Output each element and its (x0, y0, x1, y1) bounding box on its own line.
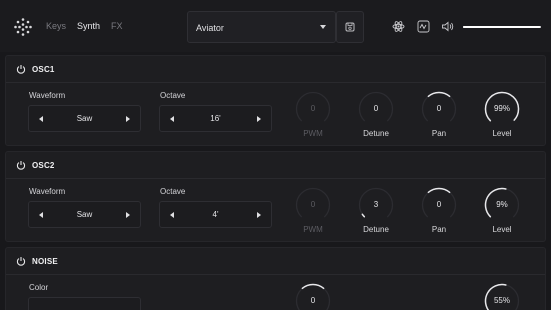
hexagon-logo-icon (14, 18, 32, 36)
arrow-right-icon[interactable] (126, 116, 130, 122)
master-volume-fill (463, 26, 541, 28)
pwm-knob[interactable]: 0 (295, 91, 331, 127)
pan-knob[interactable]: 0 (421, 187, 457, 223)
arrow-left-icon[interactable] (170, 212, 174, 218)
waveform-label: Waveform (29, 91, 66, 100)
knob-value: 0 (310, 104, 316, 113)
preset-name: Aviator (196, 23, 224, 33)
power-icon[interactable] (16, 64, 26, 74)
osc1-header: OSC1 (6, 56, 545, 83)
waveform-value: Saw (76, 114, 93, 123)
knob-value-arc (301, 283, 325, 290)
knob-value: 0 (373, 104, 379, 113)
power-icon[interactable] (16, 256, 26, 266)
waveform-label: Waveform (29, 187, 66, 196)
waveform-stepper[interactable]: Saw (28, 105, 141, 132)
noise-header: NOISE (6, 248, 545, 275)
arrow-right-icon[interactable] (126, 212, 130, 218)
save-icon (345, 22, 355, 32)
arrow-left-icon[interactable] (170, 116, 174, 122)
octave-stepper[interactable]: 4' (159, 201, 272, 228)
osc1-section: OSC1 Waveform Saw Octave 16' 0 PWM 0 Det… (5, 55, 546, 146)
tab-keys[interactable]: Keys (46, 21, 66, 31)
waveform-value: Saw (76, 210, 93, 219)
arrow-right-icon[interactable] (257, 116, 261, 122)
section-title: OSC2 (32, 161, 55, 170)
knob-value-arc (427, 91, 451, 98)
level-label: Level (492, 129, 512, 138)
octave-value: 4' (212, 210, 219, 219)
octave-stepper[interactable]: 16' (159, 105, 272, 132)
osc2-section: OSC2 Waveform Saw Octave 4' 0 PWM 3 Detu… (5, 151, 546, 242)
noise-level-knob[interactable]: 55% (484, 283, 520, 310)
level-knob[interactable]: 99% (484, 91, 520, 127)
arrow-left-icon[interactable] (39, 212, 43, 218)
knob-value: 99% (493, 104, 510, 113)
pan-knob[interactable]: 0 (421, 91, 457, 127)
save-preset-button[interactable] (336, 11, 364, 43)
tab-fx[interactable]: FX (111, 21, 123, 31)
noise-section: NOISE Color 0 55% (5, 247, 546, 310)
detune-knob[interactable]: 0 (358, 91, 394, 127)
knob-value-arc (361, 213, 366, 218)
knob-value: 0 (310, 296, 316, 305)
noise-pan-knob[interactable]: 0 (295, 283, 331, 310)
level-label: Level (492, 225, 512, 234)
waveform-stepper[interactable]: Saw (28, 201, 141, 228)
section-title: OSC1 (32, 65, 55, 74)
master-volume-slider[interactable] (463, 26, 541, 28)
knob-value-arc (427, 187, 451, 194)
osc2-header: OSC2 (6, 152, 545, 179)
color-stepper[interactable] (28, 297, 141, 310)
section-title: NOISE (32, 257, 58, 266)
detune-label: Detune (363, 225, 389, 234)
waveform-display-icon[interactable] (417, 20, 430, 33)
pwm-label: PWM (303, 225, 323, 234)
knob-value: 3 (373, 200, 379, 209)
detune-label: Detune (363, 129, 389, 138)
speaker-icon[interactable] (441, 20, 454, 33)
octave-label: Octave (160, 91, 186, 100)
knob-value: 0 (436, 200, 442, 209)
pwm-knob[interactable]: 0 (295, 187, 331, 223)
color-label: Color (29, 283, 49, 292)
pwm-label: PWM (303, 129, 323, 138)
chevron-down-icon (320, 25, 326, 29)
top-bar: Keys Synth FX Aviator (0, 0, 551, 52)
knob-value: 55% (493, 296, 510, 305)
arrow-left-icon[interactable] (39, 116, 43, 122)
arrow-right-icon[interactable] (257, 212, 261, 218)
octave-label: Octave (160, 187, 186, 196)
tab-synth[interactable]: Synth (77, 21, 100, 31)
pan-label: Pan (431, 129, 447, 138)
knob-value: 0 (310, 200, 316, 209)
detune-knob[interactable]: 3 (358, 187, 394, 223)
knob-value: 0 (436, 104, 442, 113)
atom-icon[interactable] (392, 20, 405, 33)
pan-label: Pan (431, 225, 447, 234)
octave-value: 16' (210, 114, 221, 123)
preset-select[interactable]: Aviator (187, 11, 336, 43)
power-icon[interactable] (16, 160, 26, 170)
level-knob[interactable]: 9% (484, 187, 520, 223)
knob-value: 9% (496, 200, 508, 209)
